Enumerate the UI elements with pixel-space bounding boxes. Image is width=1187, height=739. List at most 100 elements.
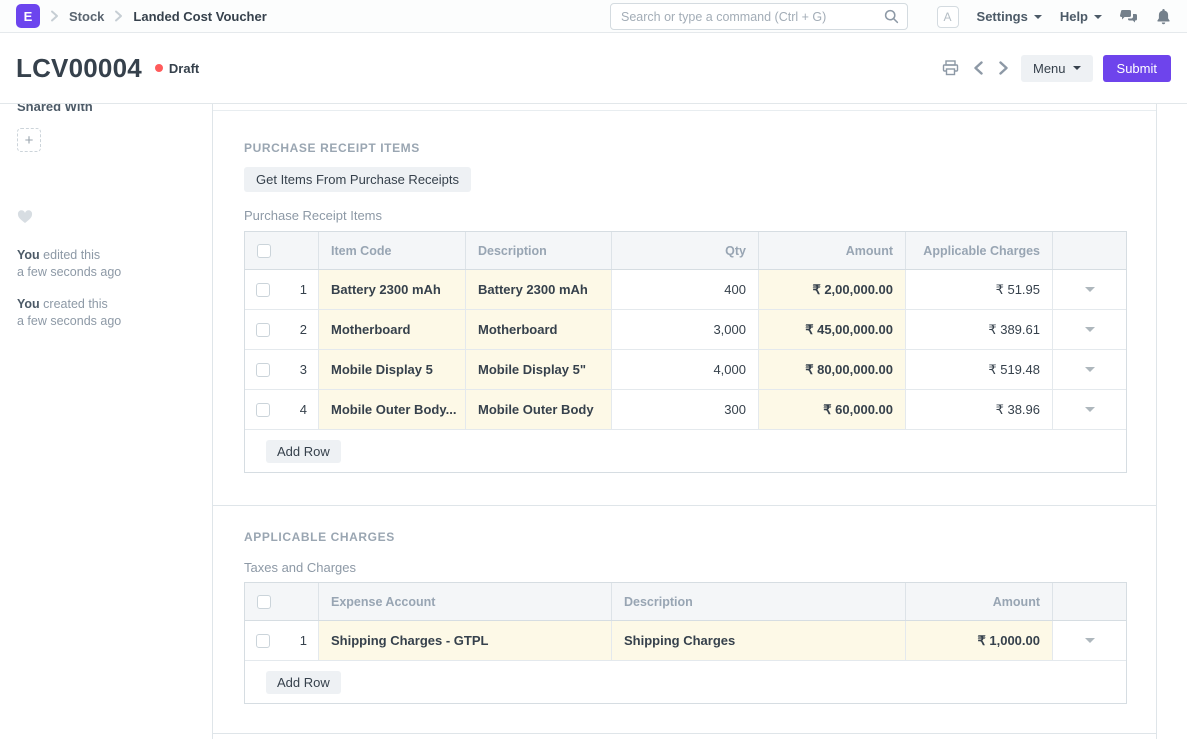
row-index: 2	[300, 322, 307, 337]
settings-label: Settings	[977, 9, 1028, 24]
grid-row: 1 Battery 2300 mAh Battery 2300 mAh 400 …	[245, 270, 1126, 310]
section-divider	[213, 110, 1156, 111]
grid-header-row: Item Code Description Qty Amount Applica…	[245, 232, 1126, 270]
purchase-receipt-items-grid: Item Code Description Qty Amount Applica…	[244, 231, 1127, 473]
cell-amount[interactable]: ₹ 2,00,000.00	[759, 270, 906, 309]
cell-amount[interactable]: ₹ 1,000.00	[906, 621, 1053, 660]
form-sidebar: Shared With + You edited this a few seco…	[0, 0, 212, 739]
cell-description[interactable]: Mobile Display 5"	[466, 350, 612, 389]
section-heading-purchase-receipt-items: PURCHASE RECEIPT ITEMS	[244, 141, 420, 155]
cell-applicable-charges[interactable]: ₹ 38.96	[906, 390, 1053, 429]
grid-footer: Add Row	[245, 661, 1126, 703]
get-items-button[interactable]: Get Items From Purchase Receipts	[244, 167, 471, 192]
cell-qty[interactable]: 400	[612, 270, 759, 309]
grid-row: 3 Mobile Display 5 Mobile Display 5" 4,0…	[245, 350, 1126, 390]
activity-when: a few seconds ago	[17, 313, 121, 330]
bell-icon[interactable]	[1156, 8, 1171, 25]
settings-menu[interactable]: Settings	[977, 9, 1042, 24]
row-checkbox[interactable]	[256, 634, 270, 648]
col-header-amount: Amount	[759, 232, 906, 269]
cell-amount[interactable]: ₹ 45,00,000.00	[759, 310, 906, 349]
cell-description[interactable]: Battery 2300 mAh	[466, 270, 612, 309]
select-all-checkbox[interactable]	[257, 595, 271, 609]
cell-item-code[interactable]: Motherboard	[319, 310, 466, 349]
row-checkbox[interactable]	[256, 283, 270, 297]
chevron-down-icon	[1034, 15, 1042, 19]
row-expand-caret-icon[interactable]	[1085, 327, 1095, 332]
chat-icon[interactable]	[1120, 9, 1138, 25]
grid-header-row: Expense Account Description Amount	[245, 583, 1126, 621]
print-icon[interactable]	[940, 58, 961, 78]
cell-applicable-charges[interactable]: ₹ 519.48	[906, 350, 1053, 389]
taxes-and-charges-grid: Expense Account Description Amount 1 Shi…	[244, 582, 1127, 704]
activity-action: edited this	[40, 248, 100, 262]
cell-applicable-charges[interactable]: ₹ 389.61	[906, 310, 1053, 349]
cell-applicable-charges[interactable]: ₹ 51.95	[906, 270, 1053, 309]
avatar[interactable]: A	[937, 6, 959, 28]
submit-button[interactable]: Submit	[1103, 55, 1171, 82]
col-header-description: Description	[466, 232, 612, 269]
cell-item-code[interactable]: Battery 2300 mAh	[319, 270, 466, 309]
col-header-description: Description	[612, 583, 906, 620]
row-expand-caret-icon[interactable]	[1085, 367, 1095, 372]
cell-description[interactable]: Mobile Outer Body	[466, 390, 612, 429]
grid-footer: Add Row	[245, 430, 1126, 472]
search-icon	[884, 9, 899, 24]
draft-dot-icon	[155, 64, 163, 72]
row-expand-caret-icon[interactable]	[1085, 407, 1095, 412]
row-checkbox[interactable]	[256, 363, 270, 377]
status-label: Draft	[169, 61, 199, 76]
select-all-checkbox[interactable]	[257, 244, 271, 258]
menu-button-label: Menu	[1033, 61, 1066, 76]
status-badge: Draft	[155, 61, 199, 76]
cell-item-code[interactable]: Mobile Outer Body...	[319, 390, 466, 429]
row-expand-caret-icon[interactable]	[1085, 287, 1095, 292]
col-header-qty: Qty	[612, 232, 759, 269]
cell-expense-account[interactable]: Shipping Charges - GTPL	[319, 621, 612, 660]
cell-amount[interactable]: ₹ 80,00,000.00	[759, 350, 906, 389]
top-navbar: E Stock Landed Cost Voucher A Settings H…	[0, 0, 1187, 33]
grid-label-taxes-and-charges: Taxes and Charges	[244, 560, 356, 575]
grid-row: 4 Mobile Outer Body... Mobile Outer Body…	[245, 390, 1126, 430]
chevron-down-icon	[1094, 15, 1102, 19]
next-button[interactable]	[996, 59, 1011, 77]
chevron-down-icon	[1073, 66, 1081, 70]
col-header-applicable-charges: Applicable Charges	[906, 232, 1053, 269]
add-row-button[interactable]: Add Row	[266, 671, 341, 694]
help-menu[interactable]: Help	[1060, 9, 1102, 24]
activity-item: You created this a few seconds ago	[17, 296, 121, 330]
heart-icon[interactable]	[17, 210, 33, 224]
add-row-button[interactable]: Add Row	[266, 440, 341, 463]
row-expand-caret-icon[interactable]	[1085, 638, 1095, 643]
breadcrumb-chevron-icon	[50, 10, 59, 22]
grid-row: 1 Shipping Charges - GTPL Shipping Charg…	[245, 621, 1126, 661]
plus-icon: +	[25, 133, 34, 148]
add-share-button[interactable]: +	[17, 128, 41, 152]
col-header-item-code: Item Code	[319, 232, 466, 269]
menu-button[interactable]: Menu	[1021, 55, 1093, 82]
activity-item: You edited this a few seconds ago	[17, 247, 121, 281]
grid-label-purchase-receipt-items: Purchase Receipt Items	[244, 208, 382, 223]
cell-item-code[interactable]: Mobile Display 5	[319, 350, 466, 389]
cell-qty[interactable]: 4,000	[612, 350, 759, 389]
app-logo[interactable]: E	[16, 4, 40, 28]
grid-row: 2 Motherboard Motherboard 3,000 ₹ 45,00,…	[245, 310, 1126, 350]
cell-description[interactable]: Shipping Charges	[612, 621, 906, 660]
cell-description[interactable]: Motherboard	[466, 310, 612, 349]
row-index: 3	[300, 362, 307, 377]
prev-button[interactable]	[971, 59, 986, 77]
cell-amount[interactable]: ₹ 60,000.00	[759, 390, 906, 429]
col-header-amount: Amount	[906, 583, 1053, 620]
breadcrumb-landed-cost-voucher[interactable]: Landed Cost Voucher	[133, 9, 266, 24]
cell-qty[interactable]: 300	[612, 390, 759, 429]
col-header-expense-account: Expense Account	[319, 583, 612, 620]
section-divider	[213, 505, 1156, 506]
search-input[interactable]	[610, 3, 908, 30]
row-checkbox[interactable]	[256, 323, 270, 337]
breadcrumb-chevron-icon	[114, 10, 123, 22]
activity-actor: You	[17, 297, 40, 311]
section-divider	[213, 733, 1156, 734]
cell-qty[interactable]: 3,000	[612, 310, 759, 349]
row-checkbox[interactable]	[256, 403, 270, 417]
breadcrumb-stock[interactable]: Stock	[69, 9, 104, 24]
